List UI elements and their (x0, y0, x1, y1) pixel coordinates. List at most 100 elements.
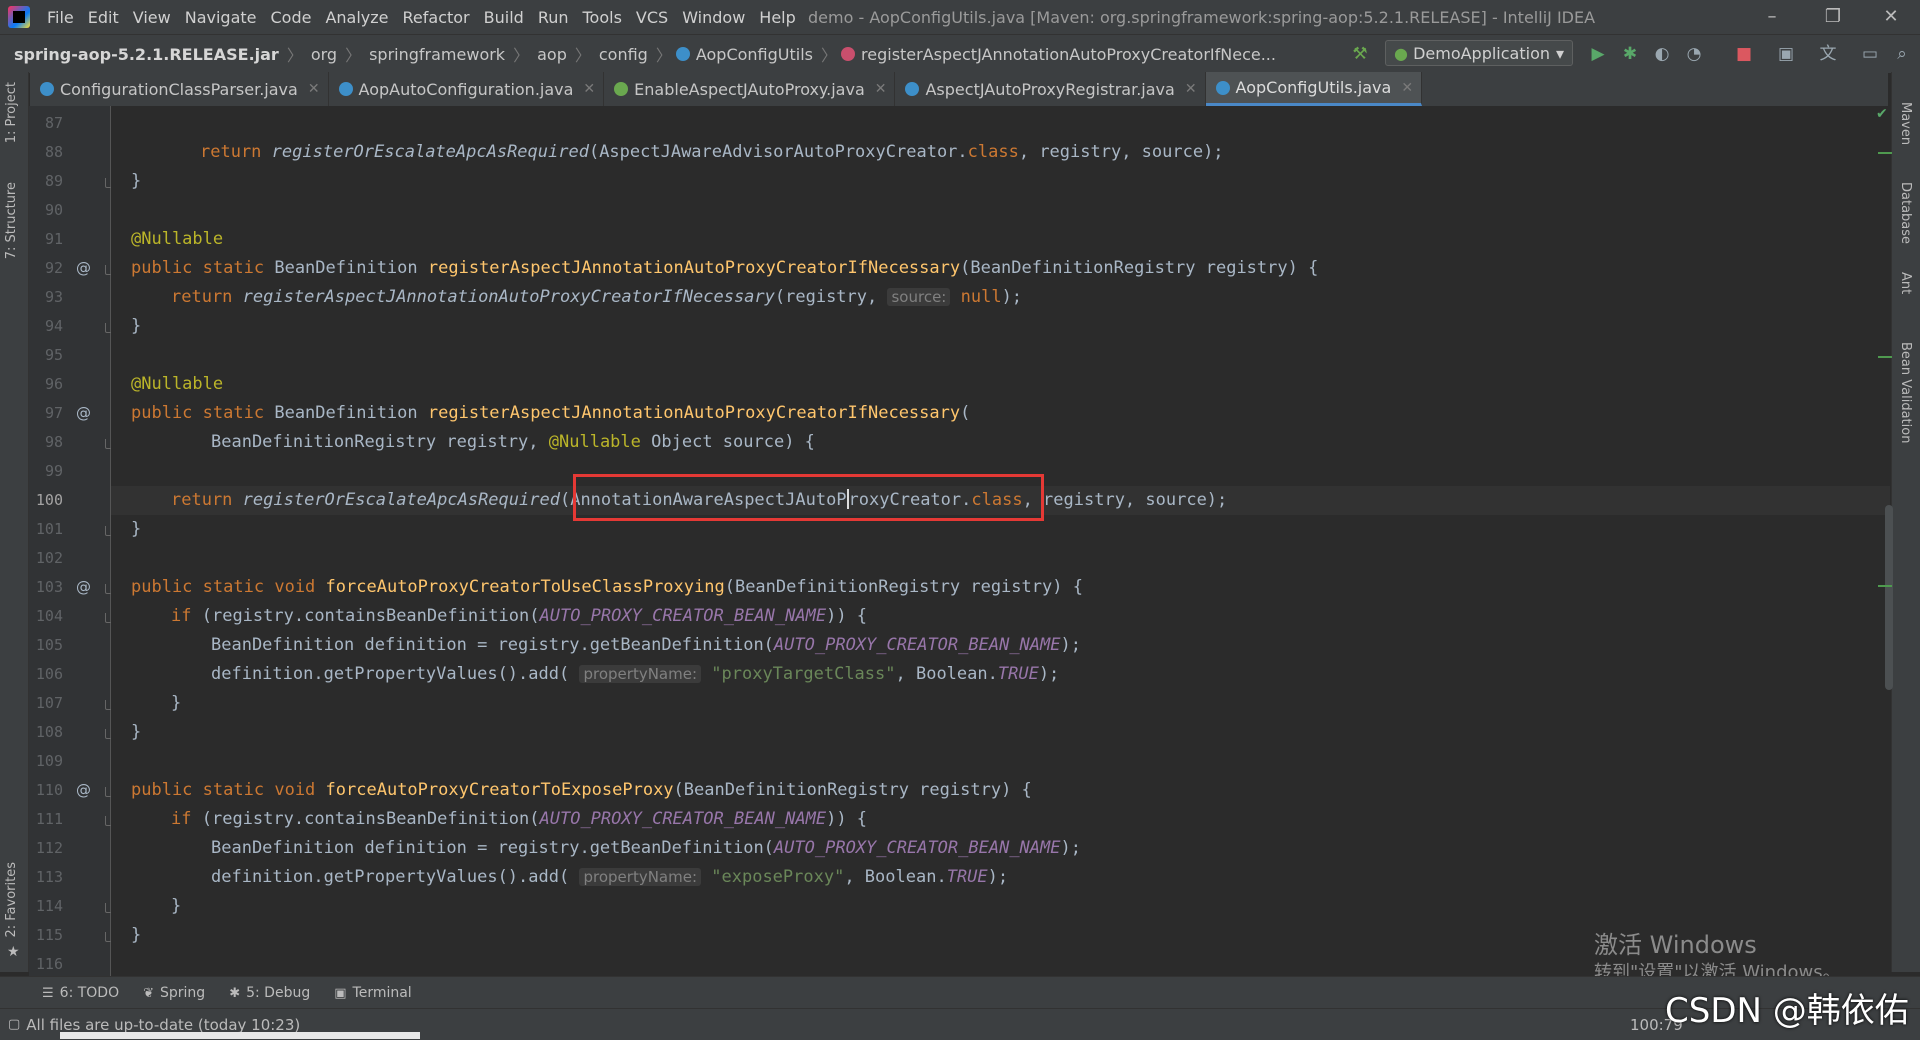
menu-tools[interactable]: Tools (576, 8, 629, 27)
menu-navigate[interactable]: Navigate (178, 8, 264, 27)
code-text: ( (960, 403, 971, 423)
menu-vcs[interactable]: VCS (629, 8, 675, 27)
breadcrumb-aop[interactable]: aop (533, 45, 571, 64)
tab-aop-config-utils[interactable]: AopConfigUtils.java ✕ (1205, 72, 1423, 106)
tab-enable-aspectj-auto-proxy[interactable]: EnableAspectJAutoProxy.java ✕ (604, 72, 896, 106)
tool-todo[interactable]: ☰ 6: TODO (30, 985, 131, 1001)
code-text: } (131, 519, 142, 539)
close-icon[interactable]: ✕ (875, 81, 887, 97)
menu-bar: File Edit View Navigate Code Analyze Ref… (0, 0, 1920, 34)
implements-at-icon[interactable]: @ (76, 573, 91, 602)
breadcrumb-org[interactable]: org (307, 45, 341, 64)
tab-configuration-class-parser[interactable]: ConfigurationClassParser.java ✕ (30, 72, 329, 106)
implements-at-icon[interactable]: @ (76, 254, 91, 283)
stop-icon[interactable]: ■ (1734, 44, 1754, 64)
keyword: null (960, 287, 1002, 307)
minimize-icon[interactable]: – (1759, 4, 1785, 30)
tool-window-bar: ☰ 6: TODO ❦ Spring ✱ 5: Debug ▣ Terminal (0, 976, 1920, 1009)
tab-aop-auto-configuration[interactable]: AopAutoConfiguration.java ✕ (329, 72, 605, 106)
menu-window[interactable]: Window (675, 8, 752, 27)
run-icon[interactable]: ▶ (1588, 44, 1608, 64)
list-icon: ☰ (42, 985, 54, 1001)
tab-label: EnableAspectJAutoProxy.java (634, 79, 865, 99)
inspection-ok-icon[interactable]: ✔ (1876, 106, 1888, 122)
code-text: registry, source); (1032, 490, 1228, 510)
tool-database[interactable]: Database (1898, 182, 1913, 244)
menu-refactor[interactable]: Refactor (396, 8, 477, 27)
keyword: void (274, 577, 316, 597)
line-number: 116 (35, 955, 63, 973)
keyword: public (131, 258, 193, 278)
line-number: 105 (35, 636, 63, 654)
tool-terminal[interactable]: ▣ Terminal (322, 985, 423, 1001)
tool-bean-validation[interactable]: Bean Validation (1898, 342, 1913, 443)
code-text: BeanDefinitionRegistry registry, (211, 432, 549, 452)
search-icon[interactable]: ⌕ (1892, 44, 1912, 64)
close-icon[interactable]: ✕ (308, 81, 320, 97)
breadcrumb-springframework[interactable]: springframework (365, 45, 509, 64)
layout-icon[interactable]: ▭ (1860, 44, 1880, 64)
code-line: } (111, 167, 1890, 196)
line-number: 109 (35, 752, 63, 770)
code-line: BeanDefinition definition = registry.get… (111, 631, 1890, 660)
tool-debug[interactable]: ✱ 5: Debug (217, 985, 322, 1001)
menu-code[interactable]: Code (264, 8, 319, 27)
constant: AUTO_PROXY_CREATOR_BEAN_NAME (539, 606, 827, 626)
code-text: } (131, 316, 142, 336)
menu-run[interactable]: Run (531, 8, 576, 27)
code-text: (BeanDefinitionRegistry registry) { (673, 780, 1032, 800)
implements-at-icon[interactable]: @ (76, 399, 91, 428)
keyword: public (131, 780, 193, 800)
tab-aspectj-auto-proxy-registrar[interactable]: AspectJAutoProxyRegistrar.java ✕ (895, 72, 1206, 106)
code-text: definition.getPropertyValues().add( (211, 664, 570, 684)
project-structure-icon[interactable]: ▣ (1776, 44, 1796, 64)
tool-favorites[interactable]: 2: Favorites (4, 862, 19, 938)
change-marker[interactable] (1878, 356, 1892, 358)
parameter-hint: propertyName: (579, 868, 702, 886)
tool-spring[interactable]: ❦ Spring (131, 985, 217, 1001)
breadcrumb-method[interactable]: registerAspectJAnnotationAutoProxyCreato… (861, 45, 1280, 64)
menu-view[interactable]: View (126, 8, 178, 27)
restore-icon[interactable]: ❐ (1820, 4, 1846, 30)
close-icon[interactable]: ✕ (583, 81, 595, 97)
line-number: 101 (35, 520, 63, 538)
parameter-hint: propertyName: (579, 665, 702, 683)
breadcrumb-class[interactable]: AopConfigUtils (696, 45, 817, 64)
breadcrumb-jar[interactable]: spring-aop-5.2.1.RELEASE.jar (0, 45, 283, 64)
method-declaration: registerAspectJAnnotationAutoProxyCreato… (427, 403, 961, 423)
menu-analyze[interactable]: Analyze (318, 8, 395, 27)
close-window-icon[interactable]: ✕ (1878, 4, 1904, 30)
code-text: (registry.containsBeanDefinition( (201, 606, 540, 626)
change-marker[interactable] (1878, 152, 1892, 154)
profile-icon[interactable]: ◔ (1684, 44, 1704, 64)
tool-project[interactable]: 1: Project (4, 82, 19, 143)
menu-help[interactable]: Help (752, 8, 802, 27)
vertical-scrollbar[interactable] (1885, 505, 1893, 690)
breadcrumb-config[interactable]: config (595, 45, 652, 64)
translate-icon[interactable]: 文 (1818, 44, 1838, 64)
change-marker[interactable] (1878, 585, 1892, 587)
close-icon[interactable]: ✕ (1185, 81, 1197, 97)
debug-icon[interactable]: ✱ (1620, 44, 1640, 64)
toggle-panel-icon[interactable]: ▢ (8, 1017, 20, 1032)
tool-ant[interactable]: Ant (1898, 272, 1913, 294)
line-number: 96 (44, 375, 63, 393)
line-number: 115 (35, 926, 63, 944)
menu-file[interactable]: File (40, 8, 81, 27)
line-number: 104 (35, 607, 63, 625)
tool-structure[interactable]: 7: Structure (4, 182, 19, 259)
run-config-select[interactable]: ● DemoApplication ▾ (1385, 40, 1573, 66)
build-hammer-icon[interactable]: ⚒ (1350, 44, 1370, 64)
implements-at-icon[interactable]: @ (76, 776, 91, 805)
string-literal: "proxyTargetClass" (711, 664, 896, 684)
menu-build[interactable]: Build (477, 8, 531, 27)
line-number: 97 (44, 404, 63, 422)
constant: AUTO_PROXY_CREATOR_BEAN_NAME (773, 635, 1061, 655)
coverage-icon[interactable]: ◐ (1652, 44, 1672, 64)
tool-maven[interactable]: Maven (1898, 102, 1913, 145)
tool-label: 6: TODO (59, 985, 120, 1001)
code-editor[interactable]: return registerOrEscalateApcAsRequired(A… (111, 106, 1890, 976)
menu-edit[interactable]: Edit (81, 8, 126, 27)
close-icon[interactable]: ✕ (1401, 80, 1413, 96)
line-number: 114 (35, 897, 63, 915)
